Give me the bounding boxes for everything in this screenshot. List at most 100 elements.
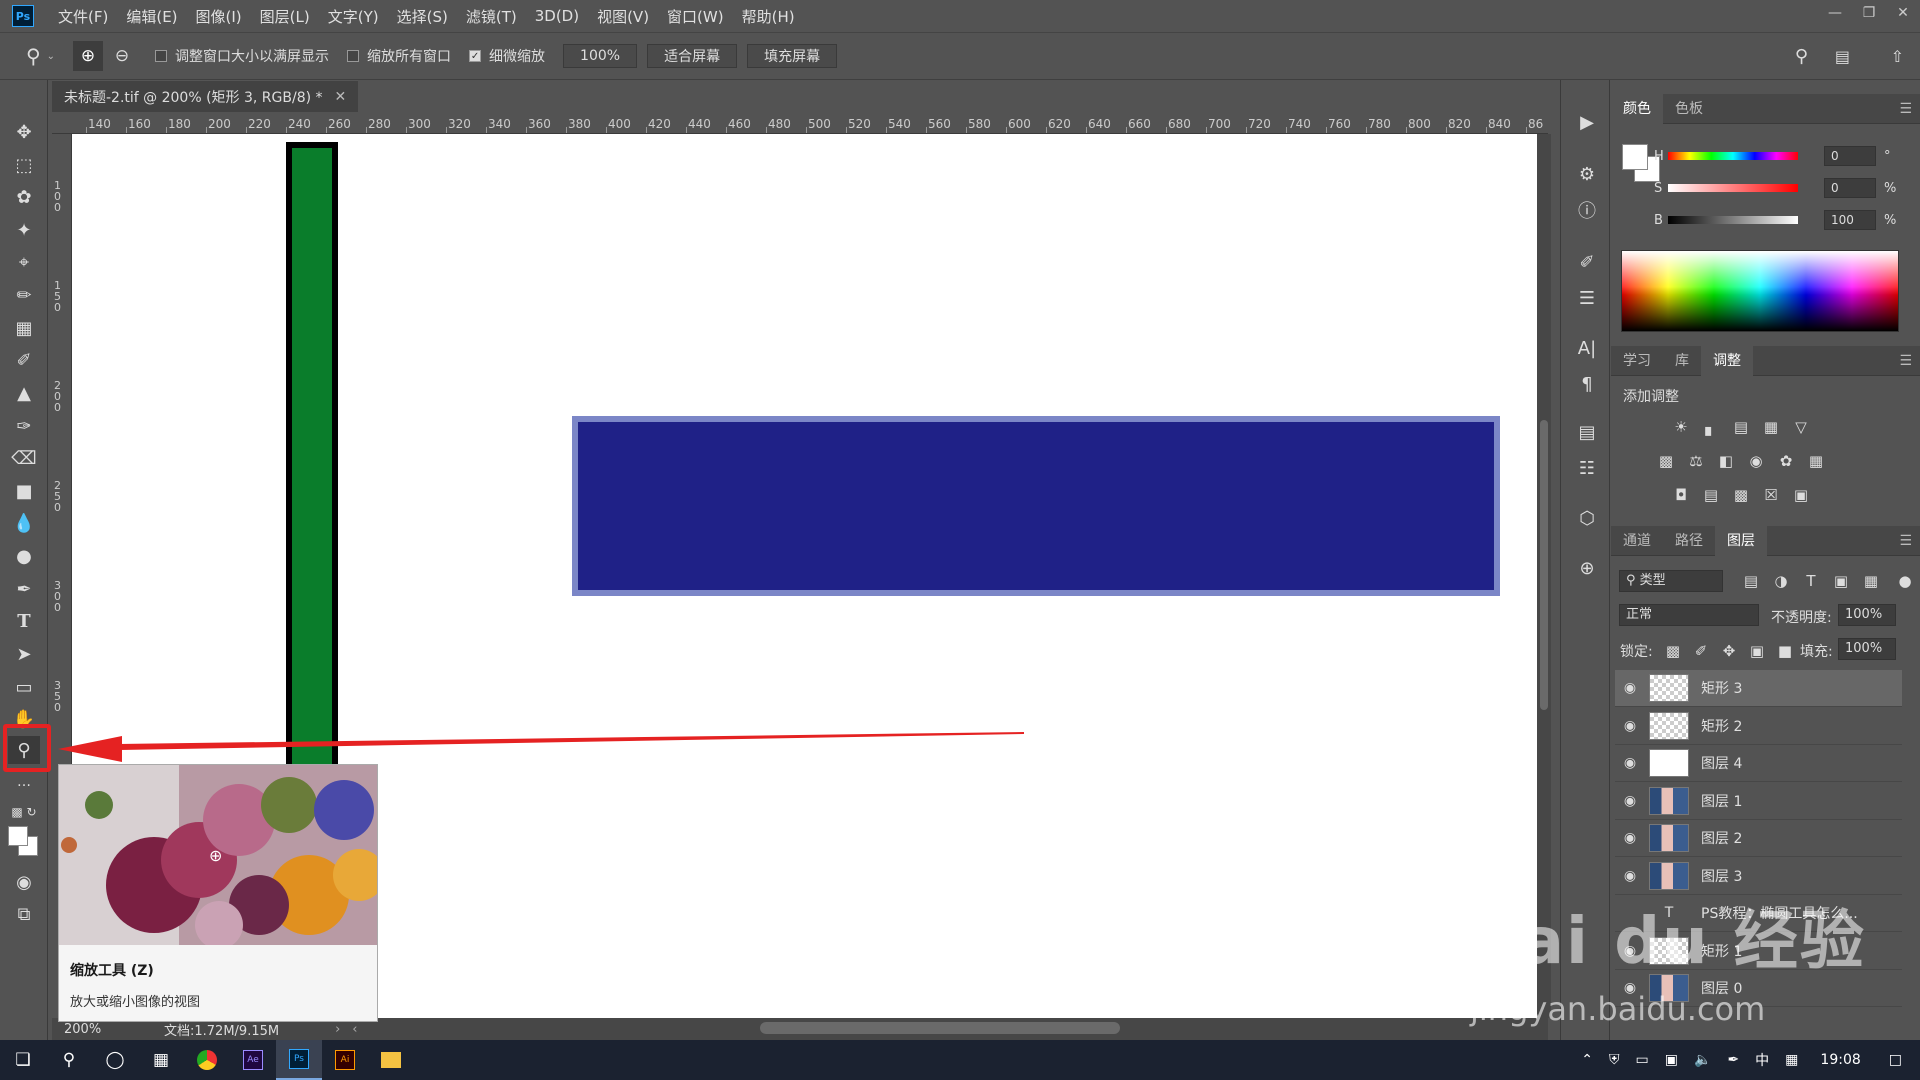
layer-filter-select[interactable]: ⚲ 类型 bbox=[1619, 570, 1723, 592]
scrubby-zoom-option[interactable]: ✓ 细微缩放 bbox=[469, 46, 545, 66]
menu-type[interactable]: 文字(Y) bbox=[328, 6, 379, 27]
resize-windows-option[interactable]: 调整窗口大小以满屏显示 bbox=[155, 46, 329, 66]
foreground-color-swatch[interactable] bbox=[8, 826, 28, 846]
brightness-value-field[interactable]: 100 bbox=[1824, 210, 1876, 230]
brush-settings-icon[interactable]: ✐ bbox=[1575, 250, 1599, 274]
screen-mode-icon[interactable]: ⧉ bbox=[8, 900, 40, 928]
illustrator-icon[interactable]: Ai bbox=[322, 1040, 368, 1080]
move-tool-icon[interactable]: ✥ bbox=[8, 118, 40, 146]
lock-all-icon[interactable]: ■ bbox=[1774, 641, 1796, 661]
color-balance-icon[interactable]: ⚖ bbox=[1685, 451, 1707, 471]
visibility-eye-icon[interactable]: ◉ bbox=[1615, 830, 1645, 846]
layer-row[interactable]: ◉ 矩形 2 bbox=[1615, 708, 1902, 745]
visibility-eye-icon[interactable]: ◉ bbox=[1615, 793, 1645, 809]
network-icon[interactable]: ▣ bbox=[1665, 1052, 1678, 1068]
filter-adjustment-icon[interactable]: ◑ bbox=[1770, 571, 1792, 591]
clone-source-icon[interactable]: ⊕ bbox=[1575, 556, 1599, 580]
play-icon[interactable]: ▶ bbox=[1575, 110, 1599, 134]
properties-icon[interactable]: ⚙ bbox=[1575, 162, 1599, 186]
color-lookup-icon[interactable]: ▦ bbox=[1805, 451, 1827, 471]
gradient-tool-icon[interactable]: ■ bbox=[8, 477, 40, 505]
blend-mode-select[interactable]: 正常 bbox=[1619, 604, 1759, 626]
zoom-100-button[interactable]: 100% bbox=[563, 44, 638, 68]
hue-value-field[interactable]: 0 bbox=[1824, 146, 1876, 166]
character-icon[interactable]: A| bbox=[1575, 336, 1599, 360]
stamp-tool-icon[interactable]: ▲ bbox=[8, 379, 40, 407]
rectangle-tool-icon[interactable]: ▭ bbox=[8, 673, 40, 701]
brightness-contrast-icon[interactable]: ☀ bbox=[1670, 417, 1692, 437]
black-white-icon[interactable]: ◧ bbox=[1715, 451, 1737, 471]
type-tool-icon[interactable]: T bbox=[8, 607, 40, 635]
lock-artboard-icon[interactable]: ▣ bbox=[1746, 641, 1768, 661]
opacity-field[interactable]: 100% bbox=[1838, 604, 1896, 626]
3d-cube-icon[interactable]: ⬡ bbox=[1575, 506, 1599, 530]
blue-rectangle-shape[interactable] bbox=[572, 416, 1500, 596]
menu-view[interactable]: 视图(V) bbox=[597, 6, 649, 27]
fill-field[interactable]: 100% bbox=[1838, 638, 1896, 660]
ime-indicator[interactable]: 中 bbox=[1755, 1050, 1769, 1070]
hue-slider[interactable]: H 0 ° bbox=[1654, 146, 1918, 166]
marquee-tool-icon[interactable]: ⬚ bbox=[8, 151, 40, 179]
vertical-scrollbar-thumb[interactable] bbox=[1540, 420, 1548, 710]
zoom-level-readout[interactable]: 200% bbox=[64, 1022, 154, 1037]
tab-adjustments[interactable]: 调整 bbox=[1701, 345, 1753, 376]
chevron-left-icon[interactable]: ‹ bbox=[352, 1022, 357, 1037]
chevron-down-icon[interactable]: ⌄ bbox=[47, 51, 55, 62]
resize-windows-checkbox[interactable] bbox=[155, 50, 168, 62]
volume-icon[interactable]: 🔈 bbox=[1694, 1052, 1711, 1068]
threshold-icon[interactable]: ▩ bbox=[1730, 485, 1752, 505]
eraser-tool-icon[interactable]: ⌫ bbox=[8, 444, 40, 472]
workspace-icon[interactable]: ▤ bbox=[1835, 47, 1850, 66]
eyedropper-tool-icon[interactable]: ✏ bbox=[8, 281, 40, 309]
adjustments-icon[interactable]: ☰ bbox=[1575, 286, 1599, 310]
history-icon[interactable]: ☷ bbox=[1575, 456, 1599, 480]
hue-saturation-icon[interactable]: ▩ bbox=[1655, 451, 1677, 471]
layer-row[interactable]: ◉ 图层 4 bbox=[1615, 745, 1902, 782]
zoom-all-option[interactable]: 缩放所有窗口 bbox=[347, 46, 451, 66]
lock-image-icon[interactable]: ✐ bbox=[1690, 641, 1712, 661]
invert-icon[interactable]: ◘ bbox=[1670, 485, 1692, 505]
path-select-tool-icon[interactable]: ➤ bbox=[8, 640, 40, 668]
tab-libraries[interactable]: 库 bbox=[1663, 346, 1701, 376]
task-view-icon[interactable]: ▦ bbox=[138, 1040, 184, 1080]
fill-screen-button[interactable]: 填充屏幕 bbox=[747, 44, 838, 68]
menu-select[interactable]: 选择(S) bbox=[397, 6, 448, 27]
pen-tool-icon[interactable]: ✒ bbox=[8, 575, 40, 603]
magic-wand-tool-icon[interactable]: ✦ bbox=[8, 216, 40, 244]
after-effects-icon[interactable]: Ae bbox=[230, 1040, 276, 1080]
close-tab-icon[interactable]: ✕ bbox=[335, 89, 347, 105]
hue-track[interactable] bbox=[1668, 152, 1798, 160]
close-icon[interactable]: ✕ bbox=[1886, 0, 1920, 26]
menu-filter[interactable]: 滤镜(T) bbox=[466, 6, 517, 27]
restore-icon[interactable]: ❐ bbox=[1852, 0, 1886, 26]
battery-icon[interactable]: ▭ bbox=[1636, 1052, 1649, 1068]
blur-tool-icon[interactable]: 💧 bbox=[8, 509, 40, 537]
history-brush-tool-icon[interactable]: ✑ bbox=[8, 412, 40, 440]
zoom-all-checkbox[interactable] bbox=[347, 50, 360, 62]
fit-screen-button[interactable]: 适合屏幕 bbox=[647, 44, 738, 68]
layer-row[interactable]: ◉ 图层 1 bbox=[1615, 783, 1902, 820]
info-icon[interactable]: ⓘ bbox=[1575, 198, 1599, 222]
scrubby-zoom-checkbox[interactable]: ✓ bbox=[469, 50, 482, 62]
vibrance-icon[interactable]: ▽ bbox=[1790, 417, 1812, 437]
horizontal-scrollbar-thumb[interactable] bbox=[760, 1022, 1120, 1034]
filter-toggle-icon[interactable]: ● bbox=[1894, 571, 1916, 591]
photoshop-taskbar-icon[interactable]: Ps bbox=[276, 1040, 322, 1080]
zoom-out-icon[interactable]: ⊖ bbox=[107, 41, 137, 71]
layer-row[interactable]: ◉ 图层 3 bbox=[1615, 858, 1902, 895]
notes-icon[interactable]: ▤ bbox=[1575, 420, 1599, 444]
quick-mask-icon[interactable]: ◉ bbox=[8, 868, 40, 896]
minimize-icon[interactable]: — bbox=[1818, 0, 1852, 26]
gradient-map-icon[interactable]: ▣ bbox=[1790, 485, 1812, 505]
menu-window[interactable]: 窗口(W) bbox=[667, 6, 724, 27]
visibility-eye-icon[interactable]: ◉ bbox=[1615, 718, 1645, 734]
file-explorer-icon[interactable] bbox=[368, 1040, 414, 1080]
share-icon[interactable]: ⇧ bbox=[1891, 47, 1904, 66]
show-hidden-icons[interactable]: ⌃ bbox=[1581, 1052, 1593, 1068]
dodge-tool-icon[interactable]: ● bbox=[8, 542, 40, 570]
panel-menu-icon[interactable]: ☰ bbox=[1899, 101, 1912, 117]
tab-layers[interactable]: 图层 bbox=[1715, 525, 1767, 556]
filter-type-icon[interactable]: T bbox=[1800, 571, 1822, 591]
layer-row[interactable]: ◉ 图层 2 bbox=[1615, 820, 1902, 857]
curves-icon[interactable]: ▤ bbox=[1730, 417, 1752, 437]
